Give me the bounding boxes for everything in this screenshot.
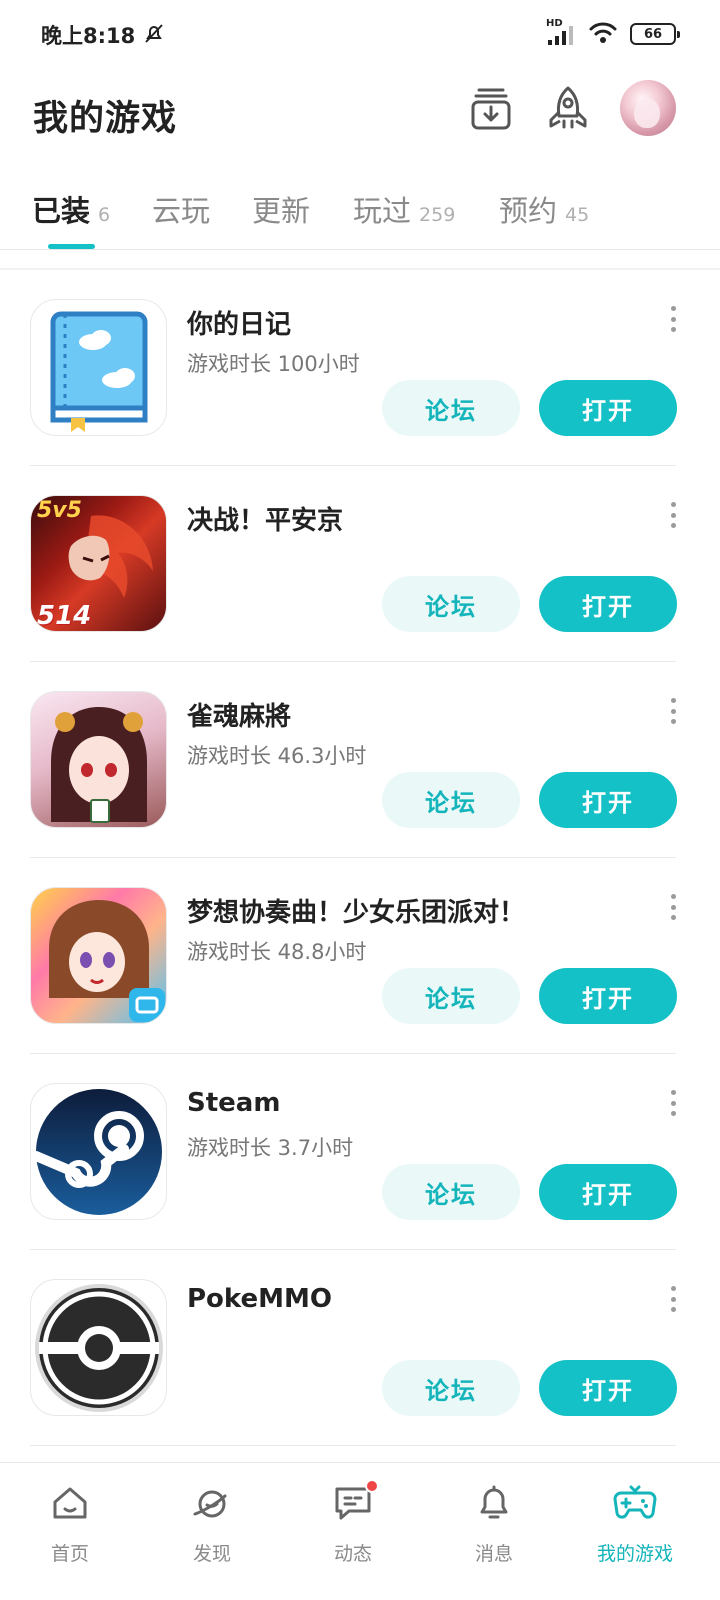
game-name: 雀魂麻將 (187, 702, 292, 732)
nav-label: 我的游戏 (596, 1543, 673, 1565)
signal-icon: HD (546, 18, 576, 46)
game-name: 你的日记 (187, 310, 292, 340)
diary-game-icon[interactable] (30, 299, 167, 436)
bottom-nav: 首页 发现 动态 消息 我的游戏 (0, 1462, 720, 1600)
tab-cloud-play[interactable]: 云玩 (152, 188, 210, 230)
nav-home[interactable]: 首页 (10, 1481, 130, 1566)
more-options-icon[interactable] (664, 698, 682, 724)
more-options-icon[interactable] (664, 1286, 682, 1312)
game-row[interactable]: 梦想协奏曲！少女乐团派对！ 游戏时长 48.8小时 论坛 打开 (0, 858, 720, 1054)
mute-icon (142, 21, 166, 49)
nav-label: 动态 (333, 1543, 372, 1565)
game-playtime: 游戏时长 46.3小时 (187, 744, 367, 768)
game-name: 梦想协奏曲！少女乐团派对！ (187, 898, 526, 928)
download-manager-icon[interactable] (466, 84, 516, 134)
tab-label: 预约 (499, 194, 558, 228)
tab-label: 已装 (32, 194, 91, 228)
tab-count: 45 (565, 204, 590, 226)
bell-icon (472, 1481, 516, 1525)
open-button[interactable]: 打开 (539, 576, 677, 632)
nav-label: 消息 (474, 1543, 513, 1565)
game-row[interactable]: Steam 游戏时长 3.7小时 论坛 打开 (0, 1054, 720, 1250)
nav-label: 首页 (50, 1543, 89, 1565)
nav-discover[interactable]: 发现 (152, 1481, 272, 1566)
forum-button[interactable]: 论坛 (382, 1164, 520, 1220)
open-button[interactable]: 打开 (539, 1164, 677, 1220)
steam-logo-icon[interactable] (30, 1083, 167, 1220)
tab-played[interactable]: 玩过 259 (353, 188, 455, 230)
tab-bar: 已装 6 云玩 更新 玩过 259 预约 45 (0, 180, 720, 250)
forum-button[interactable]: 论坛 (382, 968, 520, 1024)
bandori-game-icon[interactable] (30, 887, 167, 1024)
tab-reserved[interactable]: 预约 45 (499, 188, 589, 230)
game-playtime: 游戏时长 48.8小时 (187, 940, 367, 964)
rocket-icon[interactable] (543, 84, 593, 134)
pokeball-icon[interactable] (30, 1279, 167, 1416)
game-list: 你的日记 游戏时长 100小时 论坛 打开 5v5 514 决战！平安京 论坛 … (0, 270, 720, 1446)
gamepad-icon (613, 1481, 657, 1525)
open-button[interactable]: 打开 (539, 968, 677, 1024)
status-bar: 晚上8:18 HD 66 (0, 0, 720, 70)
page-title: 我的游戏 (33, 99, 178, 139)
forum-button[interactable]: 论坛 (382, 576, 520, 632)
header: 我的游戏 (0, 70, 720, 170)
more-options-icon[interactable] (664, 894, 682, 920)
onmyoji-game-icon[interactable]: 5v5 514 (30, 495, 167, 632)
wifi-icon (588, 20, 618, 48)
tab-label: 玩过 (353, 194, 412, 228)
status-time: 晚上8:18 (41, 24, 136, 48)
game-name: Steam (187, 1088, 281, 1118)
tab-updates[interactable]: 更新 (252, 188, 310, 230)
more-options-icon[interactable] (664, 502, 682, 528)
forum-button[interactable]: 论坛 (382, 380, 520, 436)
open-button[interactable]: 打开 (539, 380, 677, 436)
forum-button[interactable]: 论坛 (382, 1360, 520, 1416)
nav-messages[interactable]: 消息 (434, 1481, 554, 1566)
notification-dot (365, 1479, 379, 1493)
game-playtime: 游戏时长 100小时 (187, 352, 360, 376)
tab-count: 6 (98, 204, 111, 226)
game-name: PokeMMO (187, 1284, 332, 1314)
forum-button[interactable]: 论坛 (382, 772, 520, 828)
tab-label: 云玩 (152, 194, 211, 228)
game-playtime: 游戏时长 3.7小时 (187, 1136, 354, 1160)
game-row[interactable]: 5v5 514 决战！平安京 论坛 打开 (0, 466, 720, 662)
event-badge: 514 (37, 601, 92, 631)
game-row[interactable]: 你的日记 游戏时长 100小时 论坛 打开 (0, 270, 720, 466)
game-row[interactable]: 雀魂麻將 游戏时长 46.3小时 论坛 打开 (0, 662, 720, 858)
avatar[interactable] (620, 80, 676, 136)
open-button[interactable]: 打开 (539, 1360, 677, 1416)
tab-installed[interactable]: 已装 6 (32, 188, 110, 230)
mahjong-soul-game-icon[interactable] (30, 691, 167, 828)
mode-badge: 5v5 (37, 498, 82, 523)
chat-icon (331, 1479, 379, 1525)
open-button[interactable]: 打开 (539, 772, 677, 828)
game-row[interactable]: PokeMMO 论坛 打开 (0, 1250, 720, 1446)
tab-label: 更新 (252, 194, 311, 228)
game-name: 决战！平安京 (187, 506, 344, 536)
active-tab-indicator (48, 244, 95, 249)
nav-feed[interactable]: 动态 (293, 1479, 413, 1566)
tab-count: 259 (419, 204, 456, 226)
battery-indicator: 66 (630, 23, 680, 45)
status-right: HD 66 (546, 18, 680, 48)
more-options-icon[interactable] (664, 1090, 682, 1116)
more-options-icon[interactable] (664, 306, 682, 332)
home-icon (48, 1481, 92, 1525)
planet-icon (190, 1481, 234, 1525)
nav-my-games[interactable]: 我的游戏 (575, 1481, 695, 1566)
nav-label: 发现 (192, 1543, 231, 1565)
